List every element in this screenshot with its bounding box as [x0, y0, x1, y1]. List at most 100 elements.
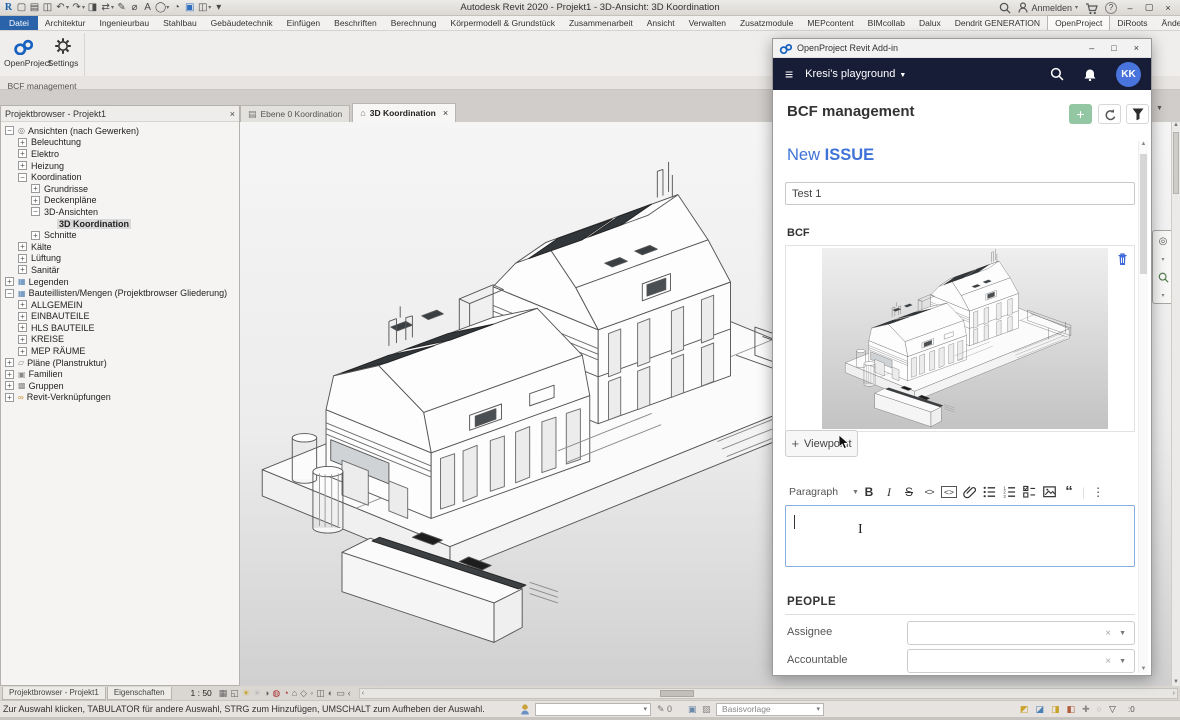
horizontal-scroll-thumb[interactable] [660, 690, 694, 697]
task-list-button[interactable] [1019, 483, 1039, 501]
avatar[interactable]: KK [1116, 62, 1141, 87]
tree-item[interactable]: +Grundrisse [1, 183, 239, 195]
tree-item[interactable]: −◎Ansichten (nach Gewerken) [1, 125, 239, 137]
selection-toggle-icon[interactable]: ✚ [1082, 704, 1090, 715]
expand-icon[interactable]: + [31, 184, 40, 193]
expand-icon[interactable]: + [18, 323, 27, 332]
view-control-icon[interactable]: ☀ [242, 688, 250, 699]
tree-item[interactable]: +EINBAUTEILE [1, 311, 239, 323]
zoom-caret-icon[interactable]: ▾ [1161, 292, 1164, 299]
inline-code-button[interactable]: <> [919, 483, 939, 501]
search-icon[interactable] [1050, 67, 1064, 81]
view-tab-ebene-0-koordination[interactable]: ▤Ebene 0 Koordination [240, 105, 350, 122]
expand-icon[interactable]: + [5, 381, 14, 390]
tree-item[interactable]: +Sanitär [1, 264, 239, 276]
ribbon-tab--ndern[interactable]: Ändern [1155, 16, 1180, 30]
ribbon-tab-ansicht[interactable]: Ansicht [640, 16, 682, 30]
collapse-icon[interactable]: − [31, 207, 40, 216]
ribbon-tab-stahlbau[interactable]: Stahlbau [156, 16, 204, 30]
refresh-button[interactable] [1098, 104, 1121, 124]
vertical-scroll-thumb[interactable] [1173, 132, 1179, 194]
expand-icon[interactable]: + [18, 242, 27, 251]
collapse-icon[interactable]: − [5, 289, 14, 298]
zoom-tool-icon[interactable] [1158, 272, 1169, 283]
tree-item[interactable]: +Beleuchtung [1, 137, 239, 149]
issue-title-input[interactable]: Test 1 [785, 182, 1135, 205]
minimize-button[interactable]: – [1124, 3, 1136, 13]
expand-icon[interactable]: + [18, 300, 27, 309]
expand-icon[interactable]: + [18, 161, 27, 170]
description-editor[interactable]: I [785, 505, 1135, 567]
view-control-icon[interactable]: ☀ [253, 688, 261, 699]
worker-filter-icon[interactable] [520, 703, 530, 716]
project-selector[interactable]: Kresi's playground▼ [805, 68, 906, 80]
strikethrough-button[interactable]: S [899, 483, 919, 501]
steering-wheel-caret-icon[interactable]: ▾ [1161, 256, 1164, 263]
qat-caret-icon[interactable]: ▾ [208, 4, 211, 11]
clear-icon[interactable]: × [1105, 628, 1111, 639]
op-maximize-button[interactable]: □ [1111, 43, 1116, 53]
editing-requests-icon[interactable]: ✎ 0 [657, 704, 672, 715]
view-control-icon[interactable]: ◔ [283, 688, 288, 699]
qat-icon[interactable]: ◫ [197, 2, 208, 14]
view-control-icon[interactable]: ◦ [310, 688, 313, 699]
expand-icon[interactable]: + [18, 265, 27, 274]
ribbon-tab-geb-udetechnik[interactable]: Gebäudetechnik [204, 16, 280, 30]
canvas-vertical-scrollbar[interactable]: ▲▼ [1171, 122, 1180, 686]
selection-toggle-icon[interactable]: ◨ [1051, 704, 1060, 715]
ribbon-tab-zusatzmodule[interactable]: Zusatzmodule [733, 16, 800, 30]
ribbon-tab-diroots[interactable]: DiRoots [1110, 16, 1154, 30]
help-button[interactable]: ? [1105, 2, 1117, 14]
qat-icon[interactable]: ⇄ [100, 2, 111, 14]
expand-icon[interactable]: + [5, 393, 14, 402]
ribbon-tab-verwalten[interactable]: Verwalten [682, 16, 733, 30]
scroll-left-icon[interactable]: ‹ [362, 690, 364, 697]
tree-item[interactable]: +ALLGEMEIN [1, 299, 239, 311]
palette-tab-eigenschaften[interactable]: Eigenschaften [107, 687, 172, 700]
view-tab-3d-koordination[interactable]: ⌂3D Koordination× [352, 103, 456, 122]
expand-icon[interactable]: + [18, 335, 27, 344]
qat-icon[interactable]: R [3, 2, 14, 14]
ribbon-tab-openproject[interactable]: OpenProject [1047, 15, 1110, 30]
view-control-icon[interactable]: ◐ [328, 688, 333, 699]
block-quote-button[interactable]: “ [1059, 483, 1079, 501]
palette-tab-projektbrowser-projekt1[interactable]: Projektbrowser - Projekt1 [2, 687, 106, 700]
ribbon-tab-k-rpermodell-grundst-ck[interactable]: Körpermodell & Grundstück [444, 16, 562, 30]
selection-toggle-icon[interactable]: ▽ [1109, 704, 1116, 715]
qat-icon[interactable]: ⌀ [129, 2, 140, 14]
view-control-icon[interactable]: ‹ [348, 688, 351, 699]
expand-icon[interactable]: + [18, 254, 27, 263]
tree-item[interactable]: +Kälte [1, 241, 239, 253]
clear-icon[interactable]: × [1105, 656, 1111, 667]
selection-toggle-icon[interactable]: ◪ [1036, 704, 1045, 715]
expand-icon[interactable]: + [31, 196, 40, 205]
main-model-icon[interactable]: ▨ [702, 704, 711, 715]
view-control-icon[interactable]: ◑ [264, 688, 269, 699]
ribbon-tab-ingenieurbau[interactable]: Ingenieurbau [92, 16, 156, 30]
view-control-icon[interactable]: ◱ [230, 688, 239, 699]
tree-item[interactable]: +Lüftung [1, 253, 239, 265]
op-close-button[interactable]: × [1134, 43, 1139, 53]
openproject-scrollbar[interactable]: ▲ ▼ [1138, 141, 1148, 673]
workset-dropdown[interactable]: ▾ [535, 703, 651, 716]
insert-image-button[interactable] [1039, 483, 1059, 501]
qat-icon[interactable]: ▣ [184, 2, 195, 14]
italic-button[interactable]: I [879, 483, 899, 501]
ribbon-tab-einf-gen[interactable]: Einfügen [280, 16, 328, 30]
view-control-icon[interactable]: ◫ [316, 688, 325, 699]
bulleted-list-button[interactable] [979, 483, 999, 501]
more-button[interactable]: ⋮ [1088, 483, 1108, 501]
collapse-icon[interactable]: − [18, 173, 27, 182]
paragraph-style-dropdown[interactable]: Paragraph▼ [785, 486, 859, 498]
design-option-dropdown[interactable]: Basisvorlage ▾ [716, 703, 824, 716]
qat-caret-icon[interactable]: ▾ [166, 4, 169, 11]
scroll-right-icon[interactable]: › [1173, 690, 1175, 697]
qat-icon[interactable]: ✎ [116, 2, 127, 14]
qat-icon[interactable]: A [142, 2, 153, 14]
ribbon-tab-dendrit-generation[interactable]: Dendrit GENERATION [948, 16, 1047, 30]
openproject-button[interactable]: OpenProject [4, 34, 42, 68]
hamburger-menu-icon[interactable]: ≡ [773, 66, 805, 82]
qat-icon[interactable]: ◨ [87, 2, 98, 14]
sign-in-button[interactable]: Anmelden▾ [1018, 2, 1078, 14]
expand-icon[interactable]: + [18, 347, 27, 356]
